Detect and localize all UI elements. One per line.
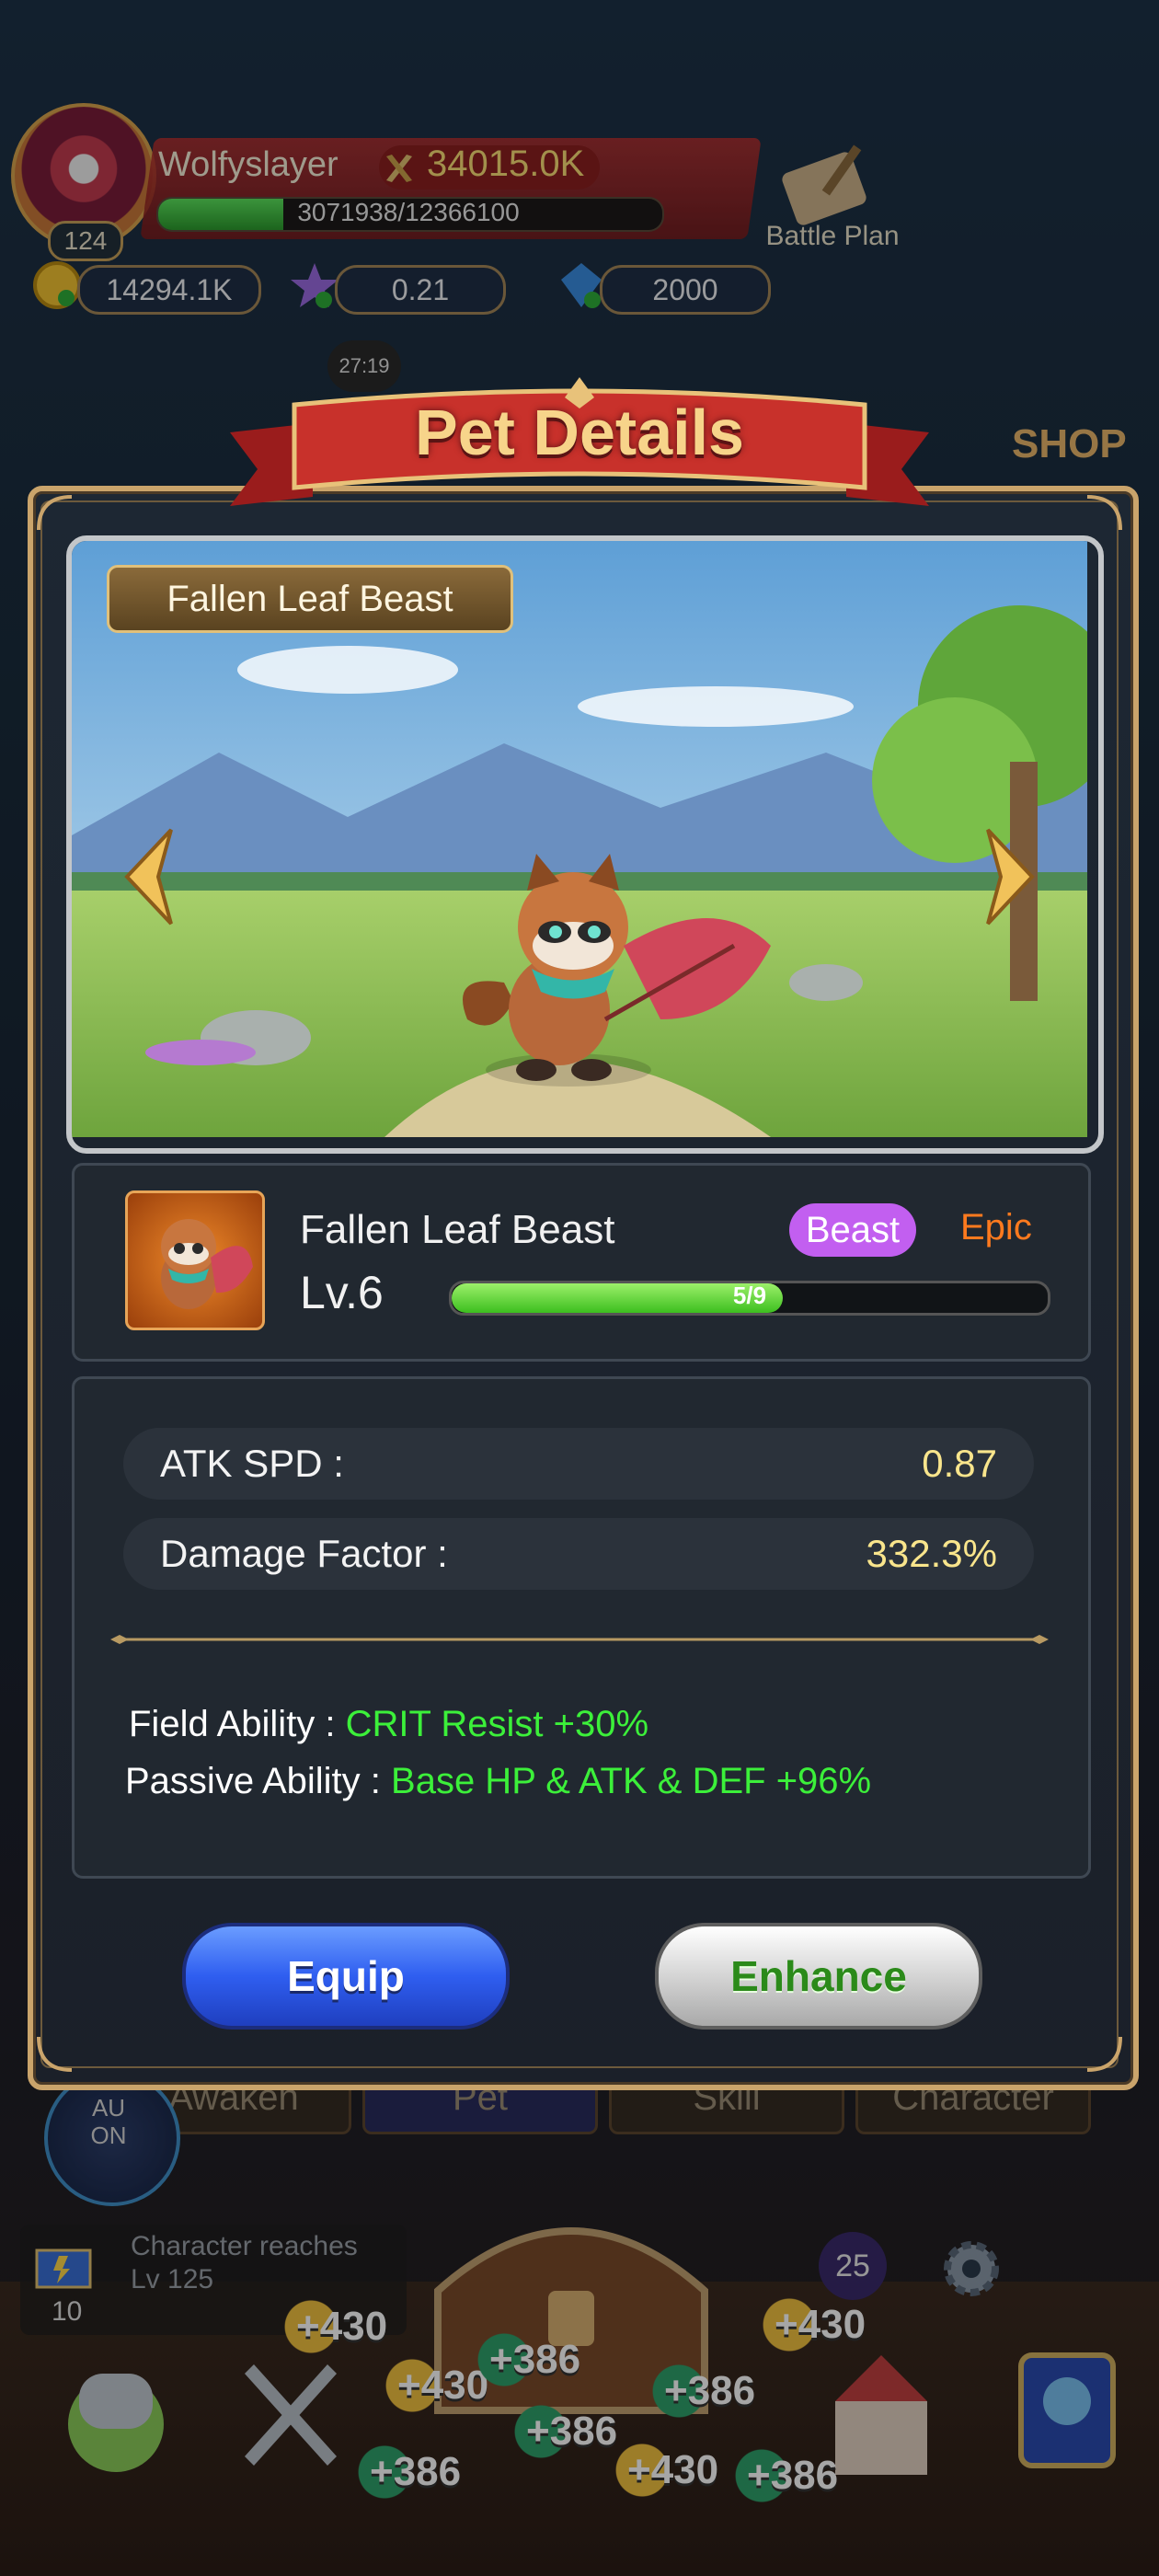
stat-row-atk-spd: ATK SPD : 0.87 — [123, 1428, 1034, 1500]
pet-rarity: Epic — [960, 1207, 1032, 1248]
pet-level-progress-text: 5/9 — [732, 1282, 767, 1309]
pet-thumbnail[interactable] — [125, 1190, 265, 1330]
modal-title: Pet Details — [415, 397, 744, 468]
pet-name: Fallen Leaf Beast — [300, 1207, 615, 1252]
pet-type-badge: Beast — [789, 1203, 916, 1257]
enhance-button[interactable]: Enhance — [655, 1923, 982, 2030]
stat-label: ATK SPD : — [160, 1442, 344, 1485]
corner-ornament — [37, 495, 73, 531]
field-ability: Field Ability : CRIT Resist +30% — [129, 1704, 648, 1745]
field-ability-value: CRIT Resist +30% — [345, 1704, 649, 1744]
next-arrow-icon[interactable] — [981, 826, 1039, 927]
corner-ornament — [37, 2036, 73, 2072]
passive-ability: Passive Ability : Base HP & ATK & DEF +9… — [125, 1761, 871, 1802]
pet-thumbnail-image — [161, 1219, 253, 1309]
passive-ability-label: Passive Ability : — [125, 1761, 381, 1801]
stat-row-damage-factor: Damage Factor : 332.3% — [123, 1518, 1034, 1590]
stat-label: Damage Factor : — [160, 1532, 448, 1575]
equip-button[interactable]: Equip — [182, 1923, 510, 2030]
passive-ability-value: Base HP & ATK & DEF +96% — [391, 1761, 872, 1801]
prev-arrow-icon[interactable] — [120, 826, 178, 927]
pet-level: Lv.6 — [300, 1267, 384, 1318]
field-ability-label: Field Ability : — [129, 1704, 336, 1744]
stat-value: 0.87 — [922, 1442, 997, 1485]
pet-name-tag: Fallen Leaf Beast — [107, 565, 513, 633]
stat-value: 332.3% — [866, 1532, 997, 1575]
corner-ornament — [1086, 2036, 1122, 2072]
ornament-divider — [110, 1635, 1049, 1644]
corner-ornament — [1086, 495, 1122, 531]
